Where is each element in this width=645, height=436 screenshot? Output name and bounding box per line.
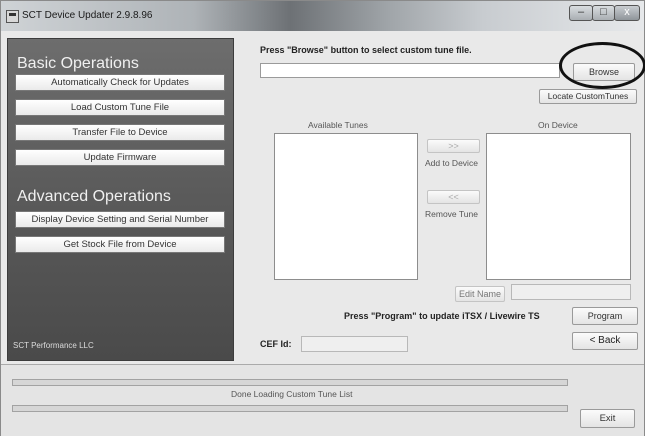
- add-to-device-label: Add to Device: [425, 158, 478, 168]
- app-icon: [6, 10, 19, 23]
- maximize-icon[interactable]: □: [592, 5, 615, 21]
- highlight-circle: [559, 42, 645, 89]
- basic-operations-title: Basic Operations: [17, 55, 139, 72]
- close-icon[interactable]: x: [614, 5, 640, 21]
- cef-id-field: [301, 336, 408, 352]
- auto-check-updates-button[interactable]: Automatically Check for Updates: [15, 74, 225, 91]
- advanced-operations-title: Advanced Operations: [17, 188, 171, 205]
- back-button[interactable]: < Back: [572, 332, 638, 350]
- minimize-icon[interactable]: –: [569, 5, 593, 21]
- app-window: SCT Device Updater 2.9.8.96 – □ x Basic …: [0, 0, 645, 436]
- file-path-field[interactable]: [260, 63, 560, 78]
- window-title: SCT Device Updater 2.9.8.96: [22, 10, 153, 21]
- available-tunes-list[interactable]: [274, 133, 418, 280]
- transfer-file-button[interactable]: Transfer File to Device: [15, 124, 225, 141]
- brand-label: SCT Performance LLC: [13, 341, 94, 350]
- add-to-device-button[interactable]: >>: [427, 139, 480, 153]
- update-firmware-button[interactable]: Update Firmware: [15, 149, 225, 166]
- program-button[interactable]: Program: [572, 307, 638, 325]
- cef-id-label: CEF Id:: [260, 339, 292, 349]
- remove-tune-button[interactable]: <<: [427, 190, 480, 204]
- on-device-label: On Device: [538, 120, 578, 130]
- display-device-settings-button[interactable]: Display Device Setting and Serial Number: [15, 211, 225, 228]
- edit-name-button[interactable]: Edit Name: [455, 286, 505, 302]
- exit-button[interactable]: Exit: [580, 409, 635, 428]
- remove-tune-label: Remove Tune: [425, 209, 478, 219]
- load-custom-tune-button[interactable]: Load Custom Tune File: [15, 99, 225, 116]
- get-stock-file-button[interactable]: Get Stock File from Device: [15, 236, 225, 253]
- available-tunes-label: Available Tunes: [308, 120, 368, 130]
- locate-custom-tunes-button[interactable]: Locate CustomTunes: [539, 89, 637, 104]
- progress-bar-bottom: [12, 405, 568, 412]
- progress-bar-top: [12, 379, 568, 386]
- status-area: Done Loading Custom Tune List Exit: [1, 364, 644, 436]
- program-instruction: Press "Program" to update iTSX / Livewir…: [344, 311, 540, 321]
- on-device-list[interactable]: [486, 133, 631, 280]
- browse-instruction: Press "Browse" button to select custom t…: [260, 45, 472, 55]
- edit-name-field[interactable]: [511, 284, 631, 300]
- status-message: Done Loading Custom Tune List: [231, 389, 353, 399]
- title-bar: SCT Device Updater 2.9.8.96 – □ x: [1, 1, 644, 31]
- operations-panel: Basic Operations Automatically Check for…: [7, 38, 234, 361]
